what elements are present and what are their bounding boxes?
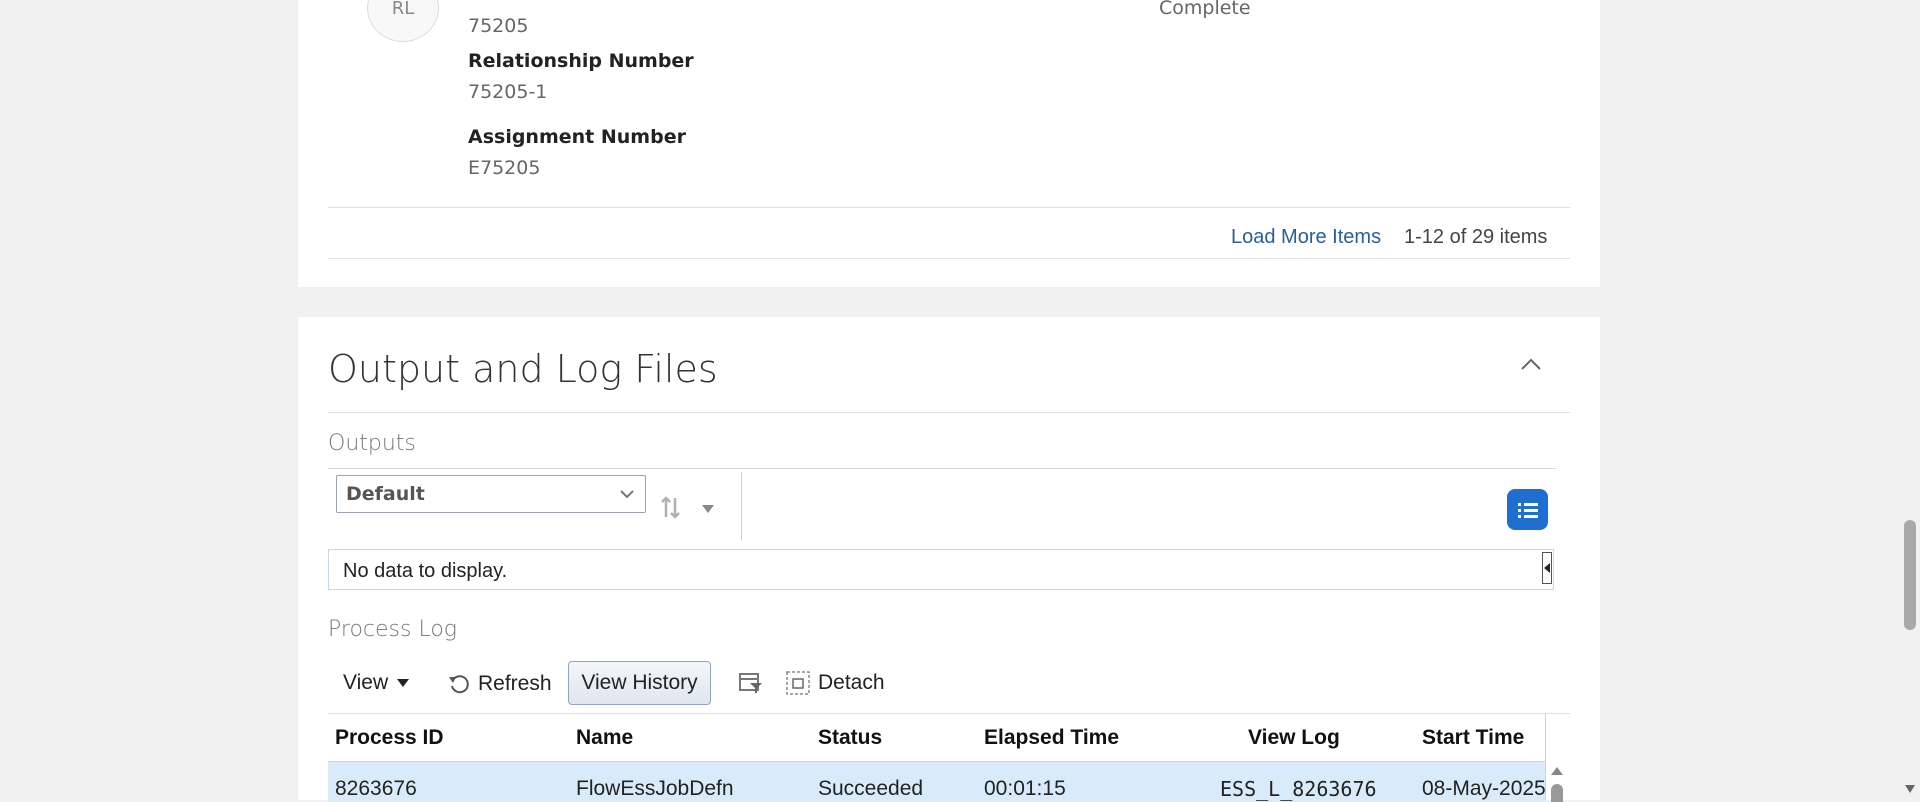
person-number-value: 75205 [468,15,529,37]
process-log-label: Process Log [328,617,457,642]
relationship-number-label: Relationship Number [468,50,694,72]
divider [328,468,1556,469]
outputs-label: Outputs [328,431,416,456]
table-scroll-thumb[interactable] [1551,784,1563,802]
pagination-range: 1-12 of 29 items [1404,226,1548,248]
detach-label: Detach [818,671,885,694]
refresh-button[interactable]: Refresh [448,672,552,696]
assignment-number-value: E75205 [468,157,541,179]
refresh-icon [449,675,469,694]
view-log-link[interactable]: ESS_L_8263676 [1220,777,1377,801]
column-header-name[interactable]: Name [576,726,633,750]
outputs-table: No data to display. [328,549,1554,590]
chevron-down-icon [620,490,634,499]
empty-message: No data to display. [343,560,508,582]
detach-button[interactable]: Detach [786,671,885,695]
filter-icon[interactable] [738,671,764,695]
cell-start-time: 08-May-2025 [1422,777,1546,800]
view-menu-label: View [343,671,389,694]
column-header-view-log[interactable]: View Log [1248,726,1340,750]
divider [328,207,1570,208]
page-scrollbar[interactable] [1900,0,1920,800]
divider [328,713,1570,714]
column-header-elapsed-time[interactable]: Elapsed Time [984,726,1119,750]
section-title: Output and Log Files [328,347,718,391]
scroll-down-icon[interactable] [1905,785,1915,793]
avatar: RL [367,0,439,42]
view-select-value: Default [346,483,425,505]
view-menu-button[interactable]: View [343,671,410,695]
chevron-down-icon [397,679,410,687]
chevron-down-icon[interactable] [700,503,716,515]
detach-icon [786,671,810,695]
relationship-number-value: 75205-1 [468,81,548,103]
collapse-left-icon[interactable] [1542,552,1552,584]
view-history-button[interactable]: View History [568,661,711,705]
output-log-section: Output and Log Files Outputs Default No … [298,317,1600,802]
column-header-process-id[interactable]: Process ID [335,726,444,750]
cell-process-id: 8263676 [335,777,417,800]
assignment-number-label: Assignment Number [468,126,686,148]
load-more-items-link[interactable]: Load More Items [1231,226,1381,249]
column-header-start-time[interactable]: Start Time [1422,726,1524,750]
cell-elapsed-time: 00:01:15 [984,777,1066,800]
divider [328,412,1570,413]
list-view-button[interactable] [1507,489,1548,530]
refresh-label: Refresh [478,672,552,695]
list-view-icon [1517,502,1538,518]
cell-status: Succeeded [818,777,924,800]
status-value: Complete [1159,0,1251,19]
column-header-status[interactable]: Status [818,726,882,750]
scroll-up-icon[interactable] [1550,766,1564,776]
view-select[interactable]: Default [336,475,646,513]
divider [741,472,742,540]
person-card: RL 75205 Complete Relationship Number 75… [298,0,1600,287]
chevron-up-icon[interactable] [1520,357,1542,371]
scroll-thumb[interactable] [1904,520,1916,630]
cell-name: FlowEssJobDefn [576,777,734,800]
sort-icon[interactable] [660,495,682,521]
table-scrollbar[interactable] [1546,762,1568,802]
divider [328,258,1570,259]
